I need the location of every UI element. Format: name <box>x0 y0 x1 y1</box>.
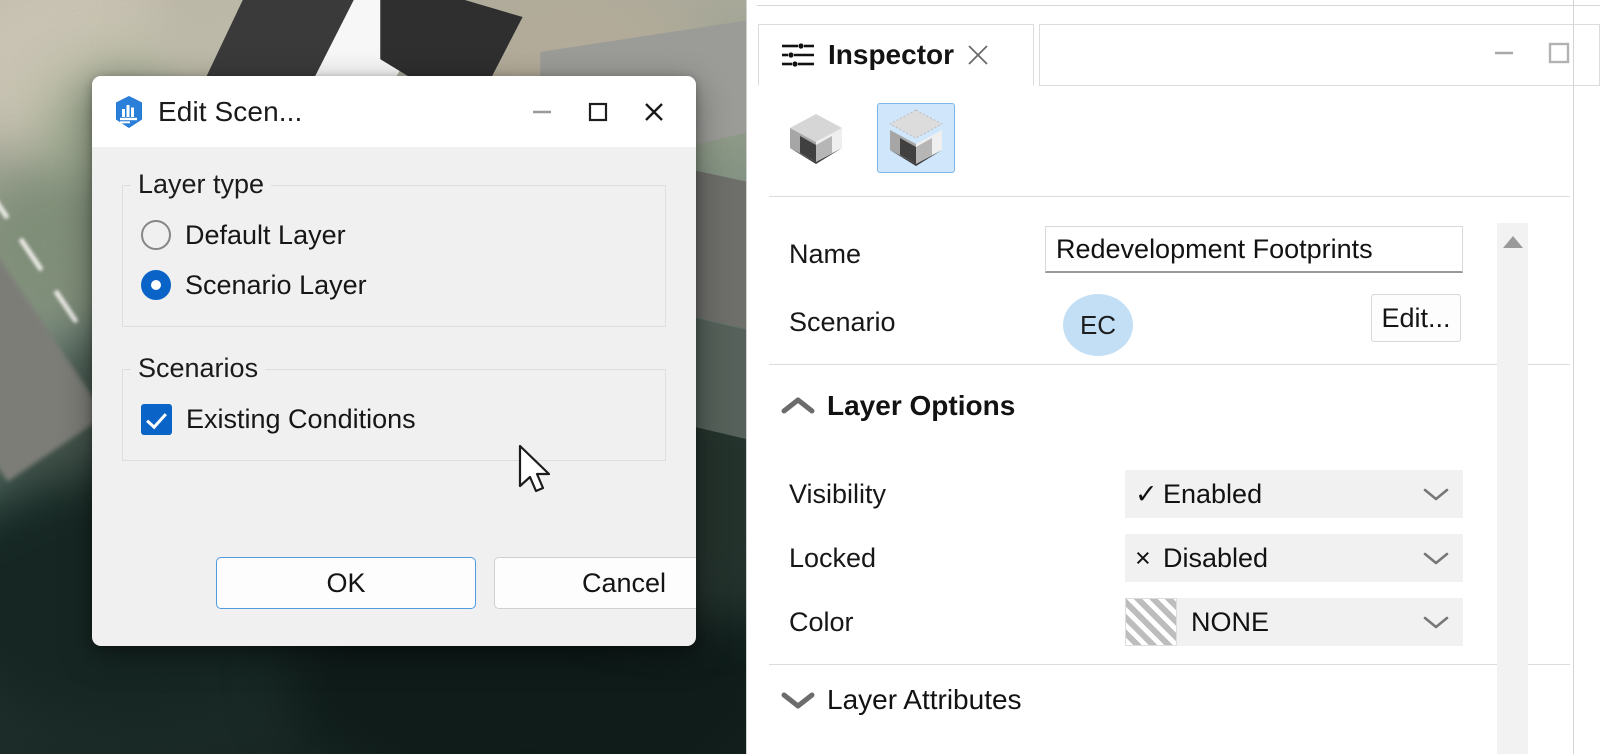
option-default-layer[interactable]: Default Layer <box>141 210 647 260</box>
panel-tabstrip-empty-area <box>1039 24 1600 86</box>
panel-tabstrip: Inspector <box>758 24 1600 86</box>
layer-options-title: Layer Options <box>827 390 1015 422</box>
ok-button[interactable]: OK <box>216 557 476 609</box>
cube-solid-icon <box>784 106 848 170</box>
layer-type-group-label: Layer type <box>131 169 271 200</box>
section-divider <box>769 364 1570 365</box>
property-row-locked: Locked × Disabled <box>747 530 1600 586</box>
property-row-name: Name Redevelopment Footprints <box>747 226 1600 282</box>
option-label: Default Layer <box>185 220 346 251</box>
visibility-dropdown[interactable]: ✓ Enabled <box>1125 470 1463 518</box>
city-skyline-icon <box>112 95 146 129</box>
property-row-visibility: Visibility ✓ Enabled <box>747 466 1600 522</box>
cancel-button[interactable]: Cancel <box>494 557 696 609</box>
panel-minimize-button[interactable] <box>1489 38 1519 73</box>
name-label: Name <box>789 239 861 270</box>
tab-close-icon[interactable] <box>965 42 991 68</box>
cube-solid-icon-button[interactable] <box>777 103 855 173</box>
layer-options-section-header[interactable]: Layer Options <box>747 390 1015 422</box>
scenario-edit-button[interactable]: Edit... <box>1371 294 1461 342</box>
locked-dropdown[interactable]: × Disabled <box>1125 534 1463 582</box>
cross-icon: × <box>1135 543 1155 574</box>
hatched-none-swatch <box>1125 598 1177 646</box>
dialog-button-bar: OK Cancel <box>216 557 696 609</box>
scenarios-group-label: Scenarios <box>131 353 265 384</box>
radio-scenario-layer[interactable] <box>141 270 171 300</box>
scroll-up-arrow[interactable] <box>1497 229 1528 255</box>
scenario-label: Scenario <box>789 307 896 338</box>
scenario-badge[interactable]: EC <box>1063 294 1133 356</box>
option-label: Existing Conditions <box>186 404 416 435</box>
option-existing-conditions[interactable]: Existing Conditions <box>141 394 647 444</box>
dialog-maximize-button[interactable] <box>570 81 626 143</box>
cube-exploded-icon <box>884 106 948 170</box>
locked-label: Locked <box>789 543 876 574</box>
edit-scenario-layer-dialog[interactable]: Edit Scen... Layer type Default Layer Sc… <box>92 76 696 646</box>
layer-type-groupbox: Layer type Default Layer Scenario Layer <box>122 185 666 327</box>
inspector-scrollbar[interactable] <box>1497 223 1528 754</box>
check-icon: ✓ <box>1135 479 1155 510</box>
dialog-titlebar[interactable]: Edit Scen... <box>92 76 696 147</box>
property-row-scenario: Scenario EC Edit... <box>747 294 1600 350</box>
dialog-close-button[interactable] <box>626 81 682 143</box>
option-label: Scenario Layer <box>185 270 367 301</box>
checkbox-existing-conditions[interactable] <box>141 404 172 435</box>
panel-right-divider <box>1573 0 1574 754</box>
dialog-title: Edit Scen... <box>158 96 302 128</box>
section-divider <box>769 664 1570 665</box>
property-row-color: Color NONE <box>747 594 1600 650</box>
view-mode-toolbar <box>777 100 1600 176</box>
chevron-down-icon[interactable] <box>779 688 817 712</box>
option-scenario-layer[interactable]: Scenario Layer <box>141 260 647 310</box>
radio-default-layer[interactable] <box>141 220 171 250</box>
tab-inspector-label: Inspector <box>828 39 954 71</box>
scenarios-groupbox: Scenarios Existing Conditions <box>122 369 666 461</box>
cube-exploded-icon-button[interactable] <box>877 103 955 173</box>
dialog-minimize-button[interactable] <box>514 81 570 143</box>
visibility-label: Visibility <box>789 479 886 510</box>
sliders-icon <box>781 41 815 69</box>
panel-top-divider <box>757 5 1600 6</box>
chevron-up-icon[interactable] <box>779 394 817 418</box>
locked-value: Disabled <box>1163 543 1268 574</box>
dialog-body: Layer type Default Layer Scenario Layer … <box>92 147 696 461</box>
inspector-panel: Inspector <box>746 0 1600 754</box>
section-divider <box>769 196 1570 197</box>
mouse-cursor <box>516 444 556 500</box>
chevron-down-icon[interactable] <box>1421 548 1451 568</box>
layer-attributes-title: Layer Attributes <box>827 684 1022 716</box>
color-label: Color <box>789 607 854 638</box>
tab-inspector[interactable]: Inspector <box>758 24 1034 86</box>
name-input[interactable]: Redevelopment Footprints <box>1045 226 1463 273</box>
color-value: NONE <box>1191 607 1269 638</box>
visibility-value: Enabled <box>1163 479 1262 510</box>
chevron-down-icon[interactable] <box>1421 612 1451 632</box>
panel-maximize-button[interactable] <box>1543 37 1575 74</box>
chevron-down-icon[interactable] <box>1421 484 1451 504</box>
layer-attributes-section-header[interactable]: Layer Attributes <box>747 684 1022 716</box>
color-dropdown[interactable]: NONE <box>1125 598 1463 646</box>
